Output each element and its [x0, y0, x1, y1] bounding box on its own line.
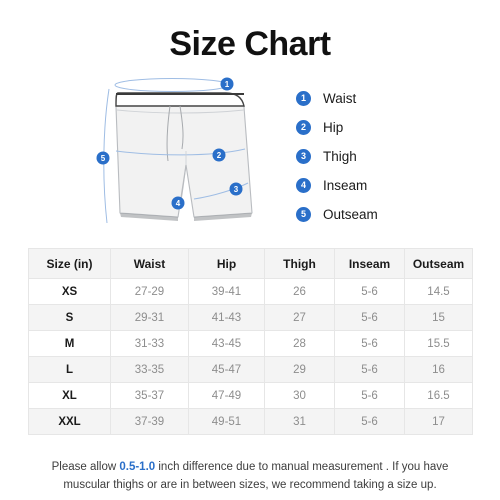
- legend-item-hip: 2 Hip: [296, 114, 466, 140]
- table-row: XL 35-37 47-49 30 5-6 16.5: [28, 382, 473, 409]
- cell-thigh: 31: [264, 408, 335, 435]
- cell-hip: 41-43: [188, 304, 265, 331]
- measurement-disclaimer: Please allow 0.5-1.0 inch difference due…: [28, 458, 472, 496]
- diagram-band: 1 2 3 4 5 1 Waist 2 Hip 3 Thigh 4 Inseam…: [0, 73, 500, 233]
- cell-outseam: 14.5: [404, 278, 473, 305]
- legend-label-hip: Hip: [323, 119, 344, 135]
- cell-hip: 45-47: [188, 356, 265, 383]
- marker-1-waist: 1: [220, 77, 234, 91]
- cell-thigh: 29: [264, 356, 335, 383]
- cell-waist: 37-39: [110, 408, 189, 435]
- table-row: XXL 37-39 49-51 31 5-6 17: [28, 408, 473, 435]
- legend-label-outseam: Outseam: [323, 206, 378, 222]
- marker-1-label: 1: [225, 80, 230, 89]
- col-header-thigh: Thigh: [264, 248, 335, 279]
- table-row: L 33-35 45-47 29 5-6 16: [28, 356, 473, 383]
- col-header-size: Size (in): [28, 248, 111, 279]
- cell-hip: 47-49: [188, 382, 265, 409]
- table-header-row: Size (in) Waist Hip Thigh Inseam Outseam: [28, 248, 473, 279]
- marker-4-label: 4: [176, 199, 181, 208]
- cell-outseam: 16: [404, 356, 473, 383]
- size-table: Size (in) Waist Hip Thigh Inseam Outseam…: [28, 248, 473, 435]
- cell-outseam: 15: [404, 304, 473, 331]
- cell-size: XXL: [28, 408, 111, 435]
- waist-ellipse: [114, 78, 230, 92]
- marker-5-label: 5: [101, 154, 106, 163]
- legend-badge-2: 2: [296, 119, 311, 135]
- cell-hip: 49-51: [188, 408, 265, 435]
- page-title: Size Chart: [169, 25, 331, 63]
- cell-outseam: 15.5: [404, 330, 473, 357]
- table-row: XS 27-29 39-41 26 5-6 14.5: [28, 278, 473, 305]
- cell-waist: 35-37: [110, 382, 189, 409]
- table-row: M 31-33 43-45 28 5-6 15.5: [28, 330, 473, 357]
- marker-2-label: 2: [217, 151, 222, 160]
- col-header-outseam: Outseam: [404, 248, 473, 279]
- col-header-hip: Hip: [188, 248, 265, 279]
- legend-item-inseam: 4 Inseam: [296, 172, 466, 198]
- cell-size: XL: [28, 382, 111, 409]
- cell-hip: 43-45: [188, 330, 265, 357]
- cell-inseam: 5-6: [334, 382, 405, 409]
- cell-waist: 27-29: [110, 278, 189, 305]
- legend-badge-5: 5: [296, 206, 311, 222]
- legend-item-thigh: 3 Thigh: [296, 143, 466, 169]
- cell-thigh: 30: [264, 382, 335, 409]
- legend: 1 Waist 2 Hip 3 Thigh 4 Inseam 5 Outseam: [296, 85, 466, 230]
- cell-size: S: [28, 304, 111, 331]
- legend-label-inseam: Inseam: [323, 177, 368, 193]
- marker-3-thigh: 3: [229, 182, 243, 196]
- cell-inseam: 5-6: [334, 356, 405, 383]
- cell-thigh: 28: [264, 330, 335, 357]
- legend-label-waist: Waist: [323, 90, 357, 106]
- table-row: S 29-31 41-43 27 5-6 15: [28, 304, 473, 331]
- cell-inseam: 5-6: [334, 278, 405, 305]
- disclaimer-tolerance: 0.5-1.0: [119, 460, 156, 473]
- cell-hip: 39-41: [188, 278, 265, 305]
- cell-waist: 29-31: [110, 304, 189, 331]
- legend-badge-4: 4: [296, 177, 311, 193]
- cell-inseam: 5-6: [334, 330, 405, 357]
- marker-3-label: 3: [234, 185, 239, 194]
- cell-thigh: 27: [264, 304, 335, 331]
- cell-thigh: 26: [264, 278, 335, 305]
- cell-inseam: 5-6: [334, 304, 405, 331]
- legend-label-thigh: Thigh: [323, 148, 357, 164]
- cell-inseam: 5-6: [334, 408, 405, 435]
- cell-waist: 31-33: [110, 330, 189, 357]
- cell-size: M: [28, 330, 111, 357]
- marker-2-hip: 2: [212, 148, 226, 162]
- cell-size: L: [28, 356, 111, 383]
- cell-waist: 33-35: [110, 356, 189, 383]
- marker-5-outseam: 5: [96, 151, 110, 165]
- legend-badge-1: 1: [296, 90, 311, 106]
- disclaimer-text-before: Please allow: [51, 460, 120, 473]
- cell-outseam: 16.5: [404, 382, 473, 409]
- col-header-inseam: Inseam: [334, 248, 405, 279]
- legend-item-waist: 1 Waist: [296, 85, 466, 111]
- col-header-waist: Waist: [110, 248, 189, 279]
- cell-outseam: 17: [404, 408, 473, 435]
- shorts-diagram: 1 2 3 4 5: [96, 77, 253, 224]
- cell-size: XS: [28, 278, 111, 305]
- marker-4-inseam: 4: [171, 196, 185, 210]
- legend-item-outseam: 5 Outseam: [296, 201, 466, 227]
- legend-badge-3: 3: [296, 148, 311, 164]
